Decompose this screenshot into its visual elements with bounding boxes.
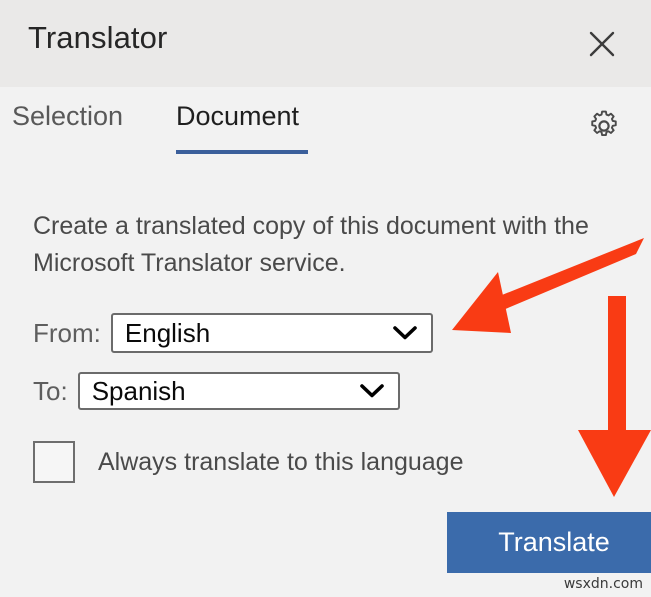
from-language-value: English xyxy=(124,317,211,348)
from-language-row: From: English xyxy=(33,313,433,353)
translate-button[interactable]: Translate xyxy=(447,512,651,573)
gear-icon xyxy=(587,109,621,143)
from-language-select[interactable]: English xyxy=(110,313,433,353)
tab-active-indicator xyxy=(176,150,308,154)
arrow-to-translate-button xyxy=(578,296,651,497)
to-language-select[interactable]: Spanish xyxy=(77,372,400,410)
page-title: Translator xyxy=(28,20,168,55)
to-label: To: xyxy=(33,375,68,406)
tab-document[interactable]: Document xyxy=(176,101,299,132)
window-header: Translator xyxy=(0,0,651,87)
chevron-down-icon xyxy=(393,326,417,341)
translator-pane: Translator Selection Document Create a t… xyxy=(0,0,651,597)
always-translate-row: Always translate to this language xyxy=(33,441,464,483)
chevron-down-icon xyxy=(359,384,384,399)
tab-selection[interactable]: Selection xyxy=(12,101,123,132)
to-language-value: Spanish xyxy=(91,375,186,406)
watermark: wsxdn.com xyxy=(561,575,645,593)
to-language-row: To: Spanish xyxy=(33,372,400,410)
tab-bar: Selection Document xyxy=(0,87,651,167)
settings-button[interactable] xyxy=(582,104,626,148)
close-icon xyxy=(589,31,615,57)
always-translate-checkbox[interactable] xyxy=(33,441,75,483)
description-text: Create a translated copy of this documen… xyxy=(33,212,589,277)
close-button[interactable] xyxy=(576,18,628,70)
from-label: From: xyxy=(33,317,101,348)
always-translate-label: Always translate to this language xyxy=(98,447,464,476)
